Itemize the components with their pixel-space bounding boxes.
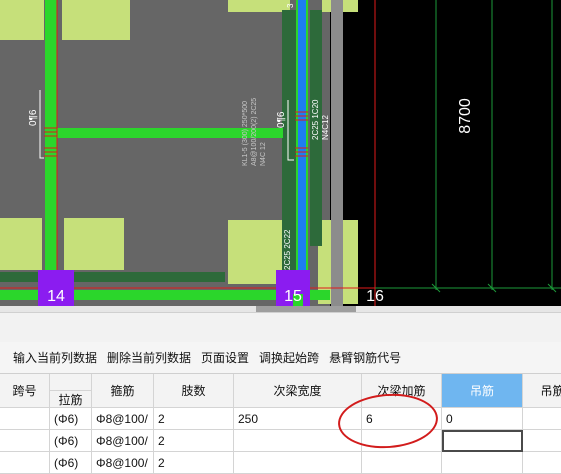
cell-stirrup[interactable]: Φ8@100/ — [92, 408, 154, 430]
axis-label-15: 15 — [284, 288, 302, 305]
cell-legs[interactable]: 2 — [154, 408, 234, 430]
slab-block — [62, 0, 130, 40]
slab-block — [0, 0, 44, 40]
beam-note: 3 — [286, 3, 295, 8]
beam-spec: 2C25 2C22 — [283, 229, 292, 270]
rebar-table: 跨号 拉筋 箍筋 肢数 次梁宽度 次梁加筋 吊筋 吊筋 (Φ6) Φ8@100/… — [0, 374, 561, 474]
gray-beam — [331, 0, 343, 308]
axis-label-14: 14 — [47, 288, 65, 305]
dimension-text: 8700 — [457, 98, 474, 134]
cell-tie-bar[interactable]: (Φ6) — [50, 408, 92, 430]
cell-span-no[interactable] — [0, 430, 50, 452]
swap-start-span-button[interactable]: 调换起始跨 — [254, 349, 324, 366]
cell-hanger-anchor[interactable] — [523, 408, 561, 430]
cell-sub-beam-extra[interactable]: 6 — [362, 408, 442, 430]
header-legs[interactable]: 肢数 — [154, 374, 234, 408]
beam-spec: KL1-5 (300) 250*500 — [242, 101, 249, 166]
cell-hanger[interactable]: 0 — [442, 408, 523, 430]
cell-sub-beam-extra[interactable] — [362, 452, 442, 474]
slab-block — [64, 218, 124, 270]
cell-hanger[interactable] — [442, 452, 523, 474]
header-blank — [50, 374, 92, 391]
axis-label-16: 16 — [366, 288, 384, 305]
cell-span-no[interactable] — [0, 452, 50, 474]
table-toolbar: 输入当前列数据 删除当前列数据 页面设置 调换起始跨 悬臂钢筋代号 — [0, 342, 561, 374]
cell-span-no[interactable] — [0, 408, 50, 430]
void-area — [358, 0, 561, 308]
cad-drawing: 14 15 16 8700 0¶6 0¶6 3 KL1-5 (300) 250*… — [0, 0, 561, 308]
cell-hanger-selected[interactable] — [442, 430, 523, 452]
header-sub-beam-extra[interactable]: 次梁加筋 — [362, 374, 442, 408]
header-sub-beam-width[interactable]: 次梁宽度 — [234, 374, 362, 408]
beam-note: 0¶6 — [276, 111, 287, 128]
insert-column-data-button[interactable]: 输入当前列数据 — [8, 349, 102, 366]
slab-block — [228, 220, 282, 284]
slab-block — [0, 218, 42, 270]
cell-tie-bar[interactable]: (Φ6) — [50, 452, 92, 474]
header-span-no[interactable]: 跨号 — [0, 374, 50, 408]
cell-legs[interactable]: 2 — [154, 452, 234, 474]
cell-stirrup[interactable]: Φ8@100/ — [92, 452, 154, 474]
green-beam — [57, 128, 283, 138]
panel-divider — [0, 312, 561, 343]
drawing-canvas[interactable]: 14 15 16 8700 0¶6 0¶6 3 KL1-5 (300) 250*… — [0, 0, 561, 308]
cell-sub-beam-width[interactable] — [234, 452, 362, 474]
header-hanger[interactable]: 吊筋 — [442, 374, 523, 408]
cell-hanger-anchor[interactable] — [523, 430, 561, 452]
blue-beam — [298, 0, 306, 290]
page-setup-button[interactable]: 页面设置 — [196, 349, 254, 366]
cell-sub-beam-width[interactable]: 250 — [234, 408, 362, 430]
beam-spec: A8@100/200(2) 2C25 — [251, 98, 258, 166]
header-stirrup[interactable]: 箍筋 — [92, 374, 154, 408]
cell-hanger-anchor[interactable] — [523, 452, 561, 474]
cell-sub-beam-extra[interactable] — [362, 430, 442, 452]
beam-dark — [0, 272, 225, 282]
beam-spec: N4C12 — [321, 115, 330, 140]
header-hanger-anchor[interactable]: 吊筋 — [523, 374, 561, 408]
delete-column-data-button[interactable]: 删除当前列数据 — [102, 349, 196, 366]
cell-legs[interactable]: 2 — [154, 430, 234, 452]
beam-spec: N4C 12 — [260, 142, 267, 166]
header-tie-bar[interactable]: 拉筋 — [50, 391, 92, 408]
beam-spec: 2C25 1C20 — [311, 99, 320, 140]
cantilever-rebar-code-button[interactable]: 悬臂钢筋代号 — [324, 349, 406, 366]
beam-note: 0¶6 — [28, 109, 39, 126]
cell-tie-bar[interactable]: (Φ6) — [50, 430, 92, 452]
slab-block — [228, 0, 290, 12]
cell-sub-beam-width[interactable] — [234, 430, 362, 452]
cell-stirrup[interactable]: Φ8@100/ — [92, 430, 154, 452]
